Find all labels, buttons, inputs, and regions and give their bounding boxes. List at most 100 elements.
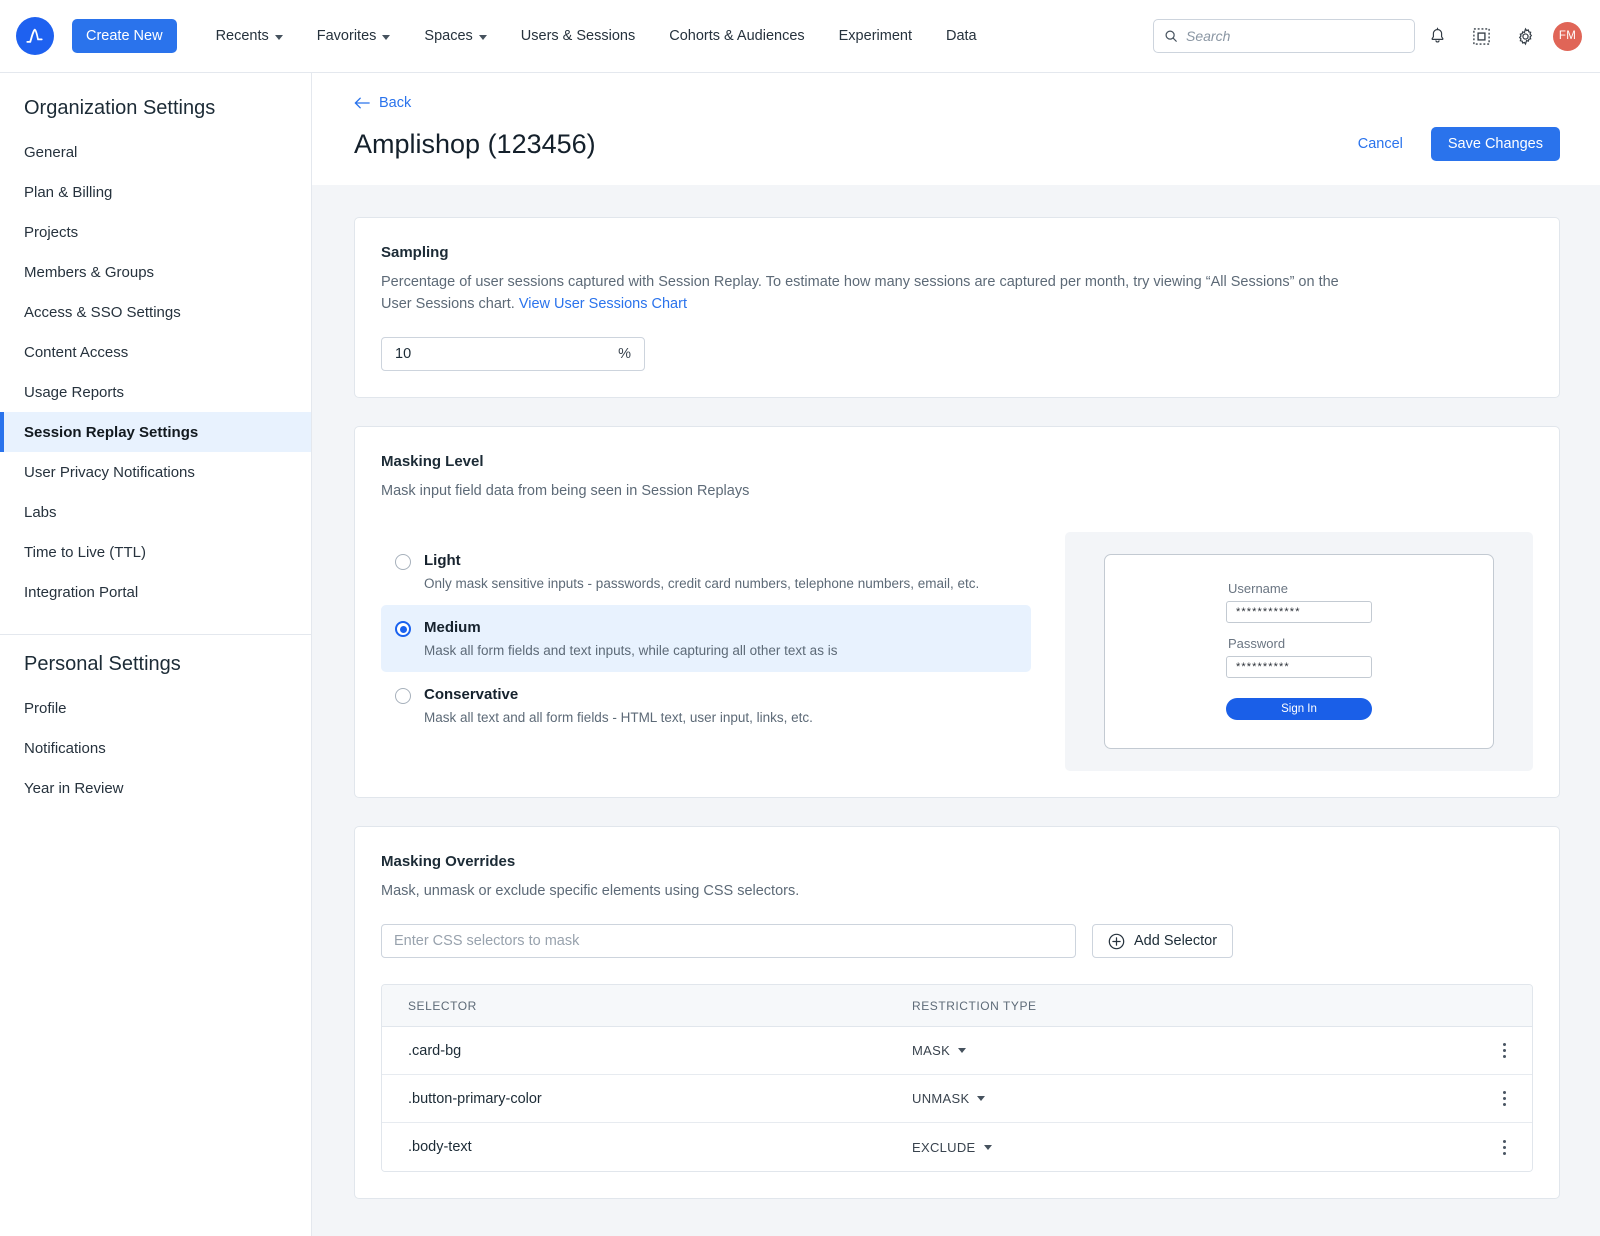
nav-item-spaces[interactable]: Spaces bbox=[407, 28, 503, 44]
preview-sign-in-button: Sign In bbox=[1226, 698, 1372, 720]
nav-item-label: Data bbox=[946, 28, 977, 44]
sidebar-item-time-to-live[interactable]: Time to Live (TTL) bbox=[0, 532, 311, 572]
masking-option-desc: Mask all form fields and text inputs, wh… bbox=[424, 643, 837, 658]
sidebar-item-projects[interactable]: Projects bbox=[0, 212, 311, 252]
chevron-down-icon bbox=[984, 1145, 992, 1150]
sidebar-item-profile[interactable]: Profile bbox=[0, 688, 311, 728]
masking-level-body: Light Only mask sensitive inputs - passw… bbox=[381, 516, 1533, 771]
cell-restriction-type: EXCLUDE bbox=[912, 1140, 1503, 1155]
save-changes-button[interactable]: Save Changes bbox=[1431, 127, 1560, 161]
masking-option-name: Light bbox=[424, 552, 979, 569]
radio-icon[interactable] bbox=[395, 554, 411, 570]
sidebar-item-notifications[interactable]: Notifications bbox=[0, 728, 311, 768]
table-row[interactable]: .button-primary-color UNMASK bbox=[382, 1075, 1532, 1123]
css-selector-placeholder: Enter CSS selectors to mask bbox=[394, 933, 579, 949]
amplitude-logo-icon[interactable] bbox=[16, 17, 54, 55]
back-link[interactable]: Back bbox=[354, 95, 411, 111]
sidebar-item-label: Usage Reports bbox=[24, 384, 124, 401]
sidebar-item-integration-portal[interactable]: Integration Portal bbox=[0, 572, 311, 612]
sidebar-item-label: Access & SSO Settings bbox=[24, 304, 181, 321]
masking-option-desc: Only mask sensitive inputs - passwords, … bbox=[424, 576, 979, 591]
cell-selector: .card-bg bbox=[382, 1043, 912, 1059]
sampling-label: Sampling bbox=[381, 244, 1533, 261]
sampling-card: Sampling Percentage of user sessions cap… bbox=[354, 217, 1560, 398]
cell-restriction-type: MASK bbox=[912, 1043, 1503, 1058]
masking-level-card: Masking Level Mask input field data from… bbox=[354, 426, 1560, 798]
sidebar-item-label: User Privacy Notifications bbox=[24, 464, 195, 481]
preview-password-input: ********** bbox=[1226, 656, 1372, 678]
sidebar-org-title: Organization Settings bbox=[0, 79, 311, 132]
radio-icon[interactable] bbox=[395, 688, 411, 704]
masking-option-light[interactable]: Light Only mask sensitive inputs - passw… bbox=[381, 538, 1031, 605]
sidebar-item-usage-reports[interactable]: Usage Reports bbox=[0, 372, 311, 412]
column-header-restriction-type: RESTRICTION TYPE bbox=[912, 999, 1462, 1013]
restriction-type-dropdown[interactable]: UNMASK bbox=[912, 1091, 1503, 1106]
restriction-type-dropdown[interactable]: MASK bbox=[912, 1043, 1503, 1058]
top-navigation-bar: Create New Recents Favorites Spaces User… bbox=[0, 0, 1600, 73]
restriction-type-dropdown[interactable]: EXCLUDE bbox=[912, 1140, 1503, 1155]
main-nav-items: Recents Favorites Spaces Users & Session… bbox=[199, 28, 994, 44]
masking-overrides-table: SELECTOR RESTRICTION TYPE .card-bg MASK bbox=[381, 984, 1533, 1172]
sidebar-item-year-in-review[interactable]: Year in Review bbox=[0, 768, 311, 808]
avatar[interactable]: FM bbox=[1553, 22, 1582, 51]
sampling-description: Percentage of user sessions captured wit… bbox=[381, 271, 1366, 315]
bell-icon[interactable] bbox=[1415, 14, 1459, 58]
preview-password-label: Password bbox=[1228, 636, 1285, 651]
sidebar-item-session-replay-settings[interactable]: Session Replay Settings bbox=[0, 412, 311, 452]
header-actions: Cancel Save Changes bbox=[1352, 127, 1560, 161]
back-label: Back bbox=[379, 95, 411, 111]
dashed-square-icon[interactable] bbox=[1459, 14, 1503, 58]
masking-option-name: Medium bbox=[424, 619, 837, 636]
add-selector-button[interactable]: Add Selector bbox=[1092, 924, 1233, 958]
masking-option-desc: Mask all text and all form fields - HTML… bbox=[424, 710, 813, 725]
sidebar-item-plan-billing[interactable]: Plan & Billing bbox=[0, 172, 311, 212]
settings-content: Sampling Percentage of user sessions cap… bbox=[312, 185, 1600, 1236]
search-input[interactable]: Search bbox=[1153, 19, 1415, 53]
table-row[interactable]: .card-bg MASK bbox=[382, 1027, 1532, 1075]
sidebar-item-access-sso-settings[interactable]: Access & SSO Settings bbox=[0, 292, 311, 332]
masking-option-conservative[interactable]: Conservative Mask all text and all form … bbox=[381, 672, 1031, 739]
nav-item-data[interactable]: Data bbox=[929, 28, 994, 44]
sidebar-item-labs[interactable]: Labs bbox=[0, 492, 311, 532]
nav-item-cohorts-audiences[interactable]: Cohorts & Audiences bbox=[652, 28, 821, 44]
chevron-down-icon bbox=[958, 1048, 966, 1053]
sidebar-item-content-access[interactable]: Content Access bbox=[0, 332, 311, 372]
radio-icon-selected[interactable] bbox=[395, 621, 411, 637]
login-preview-card: Username ************ Password *********… bbox=[1104, 554, 1494, 749]
sidebar-item-label: General bbox=[24, 144, 77, 161]
cancel-button[interactable]: Cancel bbox=[1352, 135, 1409, 153]
create-new-button[interactable]: Create New bbox=[72, 19, 177, 53]
table-row[interactable]: .body-text EXCLUDE bbox=[382, 1123, 1532, 1171]
restriction-type-value: EXCLUDE bbox=[912, 1140, 976, 1155]
nav-item-label: Users & Sessions bbox=[521, 28, 635, 44]
sidebar-item-label: Session Replay Settings bbox=[24, 424, 198, 441]
preview-username-label: Username bbox=[1228, 581, 1288, 596]
nav-item-experiment[interactable]: Experiment bbox=[822, 28, 929, 44]
masking-level-label: Masking Level bbox=[381, 453, 1533, 470]
css-selector-input[interactable]: Enter CSS selectors to mask bbox=[381, 924, 1076, 958]
gear-icon[interactable] bbox=[1503, 14, 1547, 58]
masking-preview-pane: Username ************ Password *********… bbox=[1065, 532, 1533, 771]
chevron-down-icon bbox=[382, 35, 390, 40]
sampling-percentage-input[interactable]: 10 % bbox=[381, 337, 645, 371]
nav-item-label: Cohorts & Audiences bbox=[669, 28, 804, 44]
row-actions-menu-icon[interactable] bbox=[1503, 1091, 1506, 1106]
sidebar-personal-title: Personal Settings bbox=[0, 635, 311, 688]
view-user-sessions-chart-link[interactable]: View User Sessions Chart bbox=[519, 296, 687, 312]
nav-item-favorites[interactable]: Favorites bbox=[300, 28, 408, 44]
nav-item-users-sessions[interactable]: Users & Sessions bbox=[504, 28, 652, 44]
restriction-type-value: MASK bbox=[912, 1043, 950, 1058]
sidebar-item-general[interactable]: General bbox=[0, 132, 311, 172]
nav-item-label: Experiment bbox=[839, 28, 912, 44]
sidebar-item-label: Year in Review bbox=[24, 780, 124, 797]
sidebar-item-label: Integration Portal bbox=[24, 584, 138, 601]
chevron-down-icon bbox=[275, 35, 283, 40]
sidebar-item-members-groups[interactable]: Members & Groups bbox=[0, 252, 311, 292]
masking-option-medium[interactable]: Medium Mask all form fields and text inp… bbox=[381, 605, 1031, 672]
add-selector-label: Add Selector bbox=[1134, 933, 1217, 949]
row-actions-menu-icon[interactable] bbox=[1503, 1140, 1506, 1155]
arrow-left-icon bbox=[354, 96, 370, 110]
row-actions-menu-icon[interactable] bbox=[1503, 1043, 1506, 1058]
sidebar-item-user-privacy-notifications[interactable]: User Privacy Notifications bbox=[0, 452, 311, 492]
nav-item-recents[interactable]: Recents bbox=[199, 28, 300, 44]
